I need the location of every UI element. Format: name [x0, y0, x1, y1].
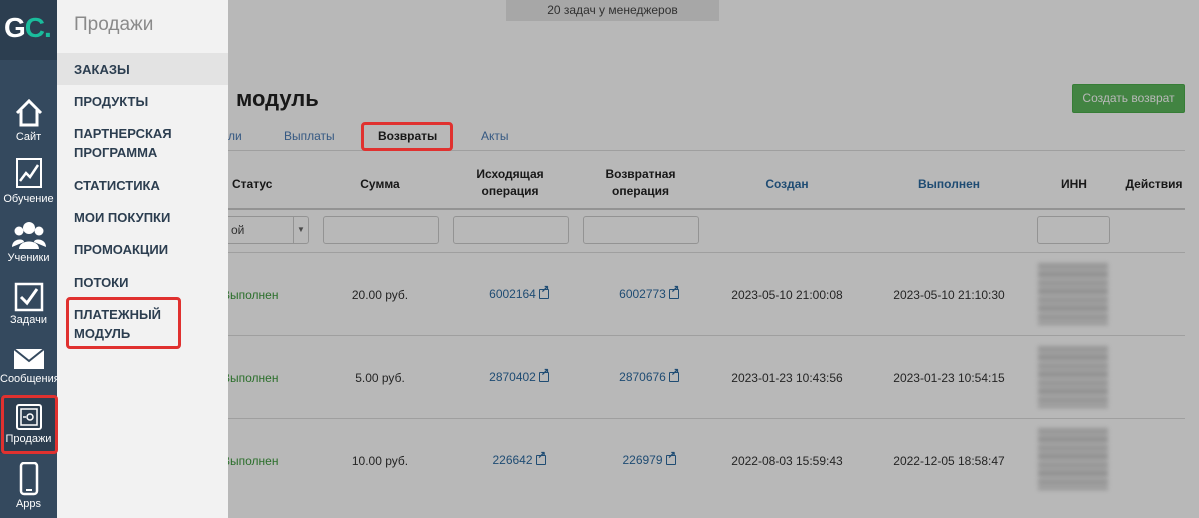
row-3-status: Выполнен	[222, 454, 279, 468]
submenu-item-my-purchases[interactable]: МОИ ПОКУПКИ	[57, 208, 228, 227]
row-3-refund-link[interactable]: 226979	[594, 450, 704, 467]
submenu-item-partner-program[interactable]: ПАРТНЕРСКАЯ ПРОГРАММА	[57, 124, 228, 162]
row-2-inn-blurred	[1038, 346, 1108, 408]
column-header-inn: ИНН	[1061, 177, 1087, 191]
submenu-title: Продажи	[74, 14, 154, 35]
row-2-done: 2023-01-23 10:54:15	[893, 371, 1005, 385]
source-operation-filter-input[interactable]	[453, 216, 569, 244]
row-1-status: Выполнен	[222, 288, 279, 302]
rail-item-tasks[interactable]: Задачи	[0, 282, 57, 342]
row-1-created: 2023-05-10 21:00:08	[731, 288, 843, 302]
phone-icon	[19, 462, 38, 496]
external-link-icon	[668, 367, 679, 382]
column-header-refund-operation: Возвратная операция	[605, 167, 676, 198]
submenu-item-orders[interactable]: ЗАКАЗЫ	[57, 53, 228, 85]
row-2-source-link[interactable]: 2870402	[464, 367, 574, 384]
tasks-banner[interactable]: 20 задач у менеджеров	[506, 0, 719, 21]
external-link-icon	[538, 367, 549, 382]
tab-acts[interactable]: Акты	[481, 129, 509, 143]
highlight-payment-module	[66, 297, 181, 349]
highlight-refunds-tab	[361, 122, 453, 151]
users-icon	[11, 222, 46, 249]
main-content: 20 задач у менеджеров модуль Создать воз…	[198, 0, 1199, 518]
sum-filter-input[interactable]	[323, 216, 439, 244]
row-1-inn-blurred	[1038, 263, 1108, 325]
row-2-sum: 5.00 руб.	[355, 371, 405, 385]
external-link-icon	[538, 284, 549, 299]
external-link-icon	[668, 284, 679, 299]
tab-truncated[interactable]: ли	[228, 129, 242, 143]
row-1-sum: 20.00 руб.	[351, 288, 409, 302]
sales-submenu: Продажи ЗАКАЗЫ ПРОДУКТЫ ПАРТНЕРСКАЯ ПРОГ…	[57, 0, 228, 518]
chart-icon	[15, 158, 42, 188]
row-2-refund-link[interactable]: 2870676	[594, 367, 704, 384]
submenu-item-promotions[interactable]: ПРОМОАКЦИИ	[57, 240, 228, 259]
logo[interactable]: GC.	[0, 0, 57, 60]
row-2-created: 2023-01-23 10:43:56	[731, 371, 843, 385]
column-header-sum: Сумма	[360, 177, 400, 191]
column-header-status: Статус	[232, 177, 273, 191]
rail-item-learning[interactable]: Обучение	[0, 157, 57, 217]
home-icon	[15, 98, 42, 127]
page-title: модуль	[236, 86, 319, 111]
row-3-created: 2022-08-03 15:59:43	[731, 454, 843, 468]
row-2-status: Выполнен	[222, 371, 279, 385]
external-link-icon	[535, 450, 546, 465]
row-1-source-link[interactable]: 6002164	[464, 284, 574, 301]
column-header-actions: Действия	[1125, 177, 1183, 191]
column-header-source-operation: Исходящая операция	[476, 167, 544, 198]
row-1-refund-link[interactable]: 6002773	[594, 284, 704, 301]
tab-payouts[interactable]: Выплаты	[284, 129, 335, 143]
row-3-sum: 10.00 руб.	[351, 454, 409, 468]
inn-filter-input[interactable]	[1037, 216, 1110, 244]
rail-item-students[interactable]: Ученики	[0, 220, 57, 280]
submenu-item-streams[interactable]: ПОТОКИ	[57, 273, 228, 292]
mail-icon	[12, 348, 45, 369]
create-refund-button[interactable]: Создать возврат	[1072, 84, 1185, 113]
external-link-icon	[665, 450, 676, 465]
row-1-done: 2023-05-10 21:10:30	[893, 288, 1005, 302]
column-header-created[interactable]: Создан	[757, 176, 817, 193]
refund-operation-filter-input[interactable]	[583, 216, 699, 244]
chevron-down-icon: ▼	[293, 217, 308, 243]
row-3-done: 2022-12-05 18:58:47	[893, 454, 1005, 468]
row-3-source-link[interactable]: 226642	[464, 450, 574, 467]
highlight-sales	[1, 395, 58, 454]
rail-item-apps[interactable]: Apps	[0, 462, 57, 518]
checkbox-icon	[14, 282, 43, 312]
column-header-done[interactable]: Выполнен	[914, 176, 984, 193]
row-3-inn-blurred	[1038, 428, 1108, 490]
submenu-item-products[interactable]: ПРОДУКТЫ	[57, 92, 228, 111]
submenu-item-statistics[interactable]: СТАТИСТИКА	[57, 176, 228, 195]
rail-item-site[interactable]: Сайт	[0, 97, 57, 157]
